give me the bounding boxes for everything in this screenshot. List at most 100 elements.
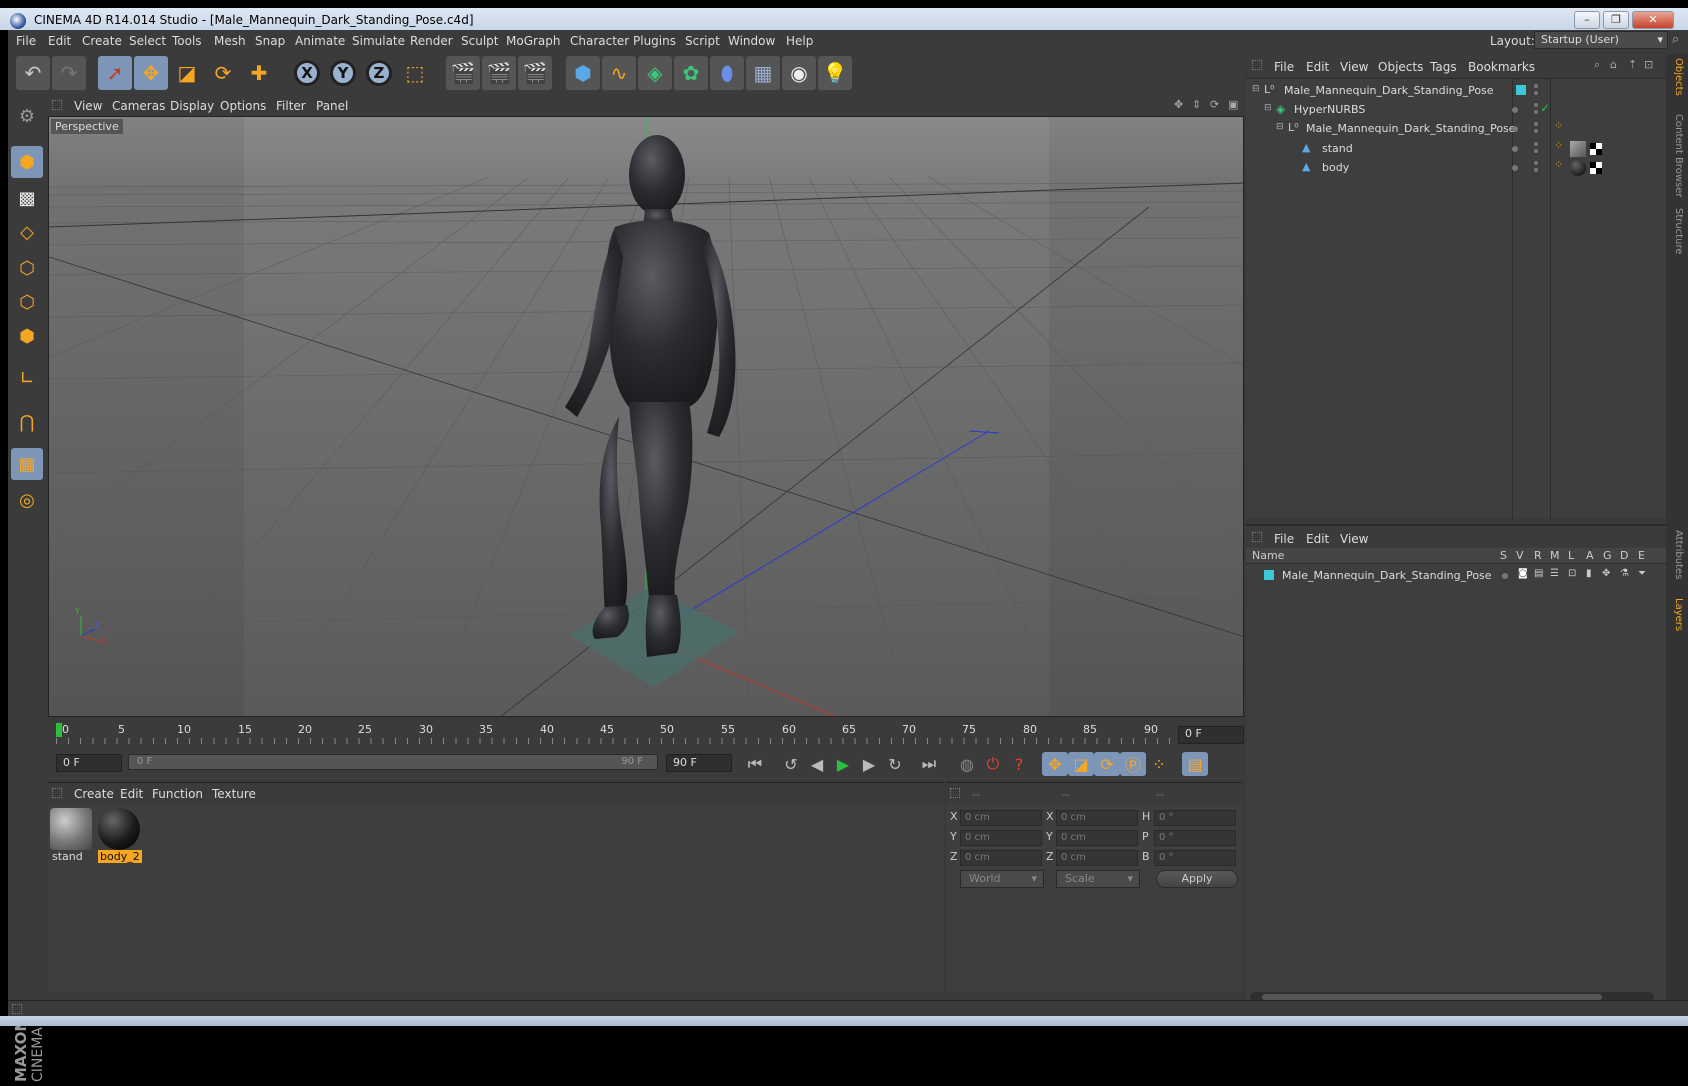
tag-icon[interactable]: ⁘: [1554, 119, 1563, 132]
y-axis-lock-button[interactable]: Y: [326, 56, 360, 90]
restore-button[interactable]: ❐: [1603, 11, 1629, 29]
rotation-p-field[interactable]: 0 °: [1154, 830, 1236, 846]
snap-button[interactable]: ⋂: [11, 406, 43, 438]
start-frame-field[interactable]: 0 F: [56, 754, 122, 772]
layer-dot[interactable]: [1512, 146, 1518, 152]
size-x-field[interactable]: 0 cm: [1056, 810, 1138, 826]
viewport-menu-cameras[interactable]: Cameras: [112, 99, 165, 113]
size-mode-dropdown[interactable]: Scale ▾: [1056, 870, 1140, 888]
menu-edit[interactable]: Edit: [48, 34, 71, 48]
object-row[interactable]: ▲ body ⁘: [1246, 158, 1666, 178]
recent-tool-button[interactable]: ✚: [242, 56, 276, 90]
column-manager[interactable]: M: [1550, 549, 1560, 562]
record-rotation-button[interactable]: ⟳: [1094, 752, 1120, 776]
layer-menu-edit[interactable]: Edit: [1306, 532, 1329, 546]
column-view[interactable]: V: [1516, 549, 1524, 562]
preview-range-slider[interactable]: 0 F 90 F: [128, 754, 658, 770]
position-z-field[interactable]: 0 cm: [960, 850, 1042, 866]
undo-button[interactable]: ↶: [16, 56, 50, 90]
move-tool-button[interactable]: ✥: [134, 56, 168, 90]
locked-workplane-button[interactable]: ◎: [11, 484, 43, 516]
material-tag-icon[interactable]: [1570, 160, 1586, 176]
layer-dot[interactable]: [1512, 126, 1518, 132]
object-menu-tags[interactable]: Tags: [1430, 60, 1457, 74]
column-name[interactable]: Name: [1252, 549, 1284, 562]
record-position-button[interactable]: ✥: [1042, 752, 1068, 776]
render-picture-viewer-button[interactable]: 🎬: [482, 56, 516, 90]
material-menu-create[interactable]: Create: [74, 787, 114, 801]
search-icon[interactable]: ⌕: [1594, 58, 1600, 72]
keyframe-selection-button[interactable]: ?: [1006, 752, 1032, 776]
viewport-menu-view[interactable]: View: [74, 99, 102, 113]
menu-script[interactable]: Script: [685, 34, 720, 48]
editor-visibility-dot[interactable]: [1534, 161, 1538, 165]
go-to-end-button[interactable]: ⏭: [916, 752, 942, 776]
live-selection-button[interactable]: ➚: [98, 56, 132, 90]
render-visibility-dot[interactable]: [1534, 110, 1538, 114]
render-view-button[interactable]: 🎬: [446, 56, 480, 90]
column-expressions[interactable]: E: [1638, 549, 1645, 562]
position-x-field[interactable]: 0 cm: [960, 810, 1042, 826]
render-icon[interactable]: ▤: [1534, 568, 1543, 579]
coordinate-space-dropdown[interactable]: World ▾: [960, 870, 1044, 888]
lock-icon[interactable]: ⊡: [1568, 568, 1576, 579]
record-pla-button[interactable]: ⁘: [1146, 752, 1172, 776]
eye-icon[interactable]: ◙: [1518, 568, 1528, 579]
menu-mograph[interactable]: MoGraph: [506, 34, 561, 48]
z-axis-lock-button[interactable]: Z: [362, 56, 396, 90]
add-light-button[interactable]: 💡: [818, 56, 852, 90]
render-visibility-dot[interactable]: [1534, 168, 1538, 172]
go-to-start-button[interactable]: ⏮: [742, 752, 768, 776]
viewport-menu-panel[interactable]: Panel: [316, 99, 348, 113]
layer-color-swatch[interactable]: [1516, 85, 1526, 95]
menu-sculpt[interactable]: Sculpt: [461, 34, 498, 48]
editor-visibility-dot[interactable]: [1534, 84, 1538, 88]
viewport-menu-display[interactable]: Display: [170, 99, 214, 113]
render-settings-button[interactable]: 🎬: [518, 56, 552, 90]
column-deformers[interactable]: D: [1620, 549, 1628, 562]
record-active-objects-button[interactable]: ◍: [954, 752, 980, 776]
object-menu-bookmarks[interactable]: Bookmarks: [1468, 60, 1535, 74]
generator-icon[interactable]: ✥: [1602, 568, 1610, 579]
previous-key-button[interactable]: ↺: [778, 752, 804, 776]
animation-icon[interactable]: ▮: [1586, 568, 1592, 579]
size-z-field[interactable]: 0 cm: [1056, 850, 1138, 866]
rotate-tool-button[interactable]: ⟳: [206, 56, 240, 90]
menu-file[interactable]: File: [16, 34, 36, 48]
object-menu-view[interactable]: View: [1340, 60, 1368, 74]
next-frame-button[interactable]: ▶: [856, 752, 882, 776]
object-row[interactable]: ▲ stand ⁘: [1246, 139, 1666, 159]
material-swatch-body[interactable]: body_2: [98, 808, 142, 866]
viewport-dolly-icon[interactable]: ⇕: [1192, 98, 1201, 111]
timeline-window-button[interactable]: ▤: [1182, 752, 1208, 776]
model-mode-button[interactable]: ⬢: [11, 146, 43, 178]
layer-menu-file[interactable]: File: [1274, 532, 1294, 546]
object-row[interactable]: ⊟ ◈ HyperNURBS ✓: [1246, 100, 1666, 120]
current-frame-field[interactable]: 0 F: [1178, 726, 1244, 744]
size-y-field[interactable]: 0 cm: [1056, 830, 1138, 846]
tag-icon[interactable]: ⁘: [1554, 158, 1563, 171]
material-menu-texture[interactable]: Texture: [212, 787, 256, 801]
deformer-icon[interactable]: ⚗: [1620, 568, 1629, 579]
object-menu-objects[interactable]: Objects: [1378, 60, 1423, 74]
render-visibility-dot[interactable]: [1534, 149, 1538, 153]
material-menu-edit[interactable]: Edit: [120, 787, 143, 801]
previous-frame-button[interactable]: ◀: [804, 752, 830, 776]
rotation-b-field[interactable]: 0 °: [1154, 850, 1236, 866]
menu-animate[interactable]: Animate: [295, 34, 345, 48]
object-row[interactable]: ⊟ L⁰ Male_Mannequin_Dark_Standing_Pose ⁘: [1246, 119, 1666, 139]
add-nurbs-button[interactable]: ◈: [638, 56, 672, 90]
render-visibility-dot[interactable]: [1534, 129, 1538, 133]
material-tag-icon[interactable]: [1570, 141, 1586, 157]
redo-button[interactable]: ↷: [52, 56, 86, 90]
menu-tools[interactable]: Tools: [172, 34, 202, 48]
menu-help[interactable]: Help: [786, 34, 813, 48]
rotation-h-field[interactable]: 0 °: [1154, 810, 1236, 826]
up-arrow-icon[interactable]: ⇡: [1628, 58, 1637, 71]
column-generators[interactable]: G: [1603, 549, 1612, 562]
tab-objects[interactable]: Objects: [1673, 58, 1684, 96]
edges-mode-button[interactable]: ⬡: [11, 286, 43, 318]
workplane-lock-button[interactable]: ▦: [11, 448, 43, 480]
collapse-icon[interactable]: ⊟: [1252, 84, 1260, 94]
add-camera-button[interactable]: ◉: [782, 56, 816, 90]
